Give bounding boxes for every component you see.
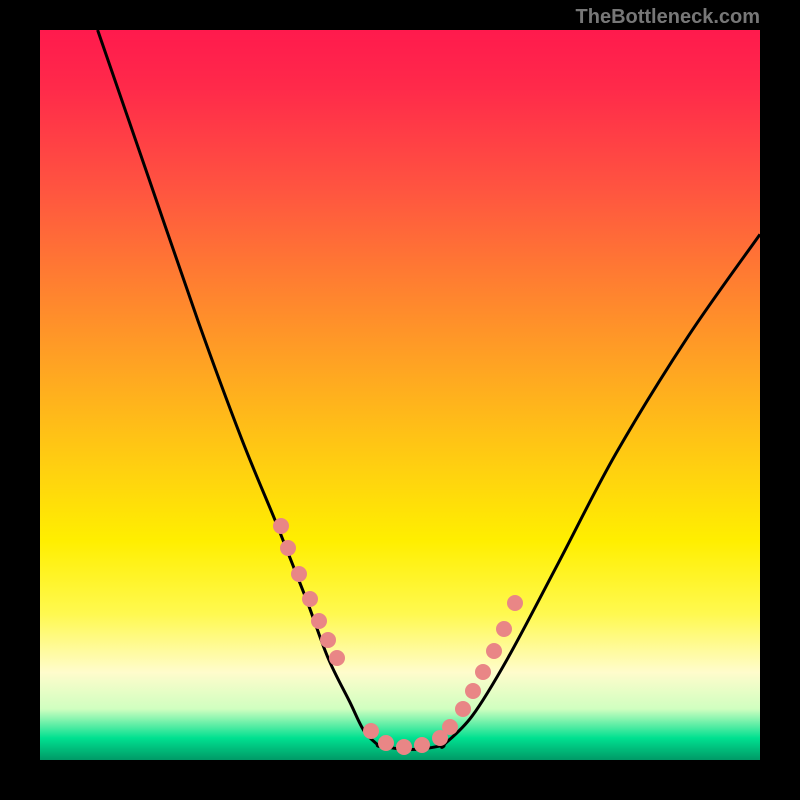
scatter-dot	[363, 723, 379, 739]
bottleneck-curve	[98, 30, 760, 750]
scatter-dot	[378, 735, 394, 751]
scatter-dot	[414, 737, 430, 753]
scatter-dot	[302, 591, 318, 607]
curve-layer	[40, 30, 760, 760]
scatter-dot	[442, 719, 458, 735]
chart-container: TheBottleneck.com	[0, 0, 800, 800]
scatter-dot	[455, 701, 471, 717]
scatter-dot	[486, 643, 502, 659]
scatter-dot	[465, 683, 481, 699]
scatter-dot	[280, 540, 296, 556]
scatter-dot	[507, 595, 523, 611]
scatter-dot	[320, 632, 336, 648]
scatter-dot	[311, 613, 327, 629]
scatter-dot	[291, 566, 307, 582]
scatter-dot	[475, 664, 491, 680]
scatter-dot	[496, 621, 512, 637]
plot-area	[40, 30, 760, 760]
scatter-dot	[396, 739, 412, 755]
scatter-dot	[329, 650, 345, 666]
scatter-dot	[273, 518, 289, 534]
watermark-text: TheBottleneck.com	[576, 6, 760, 29]
